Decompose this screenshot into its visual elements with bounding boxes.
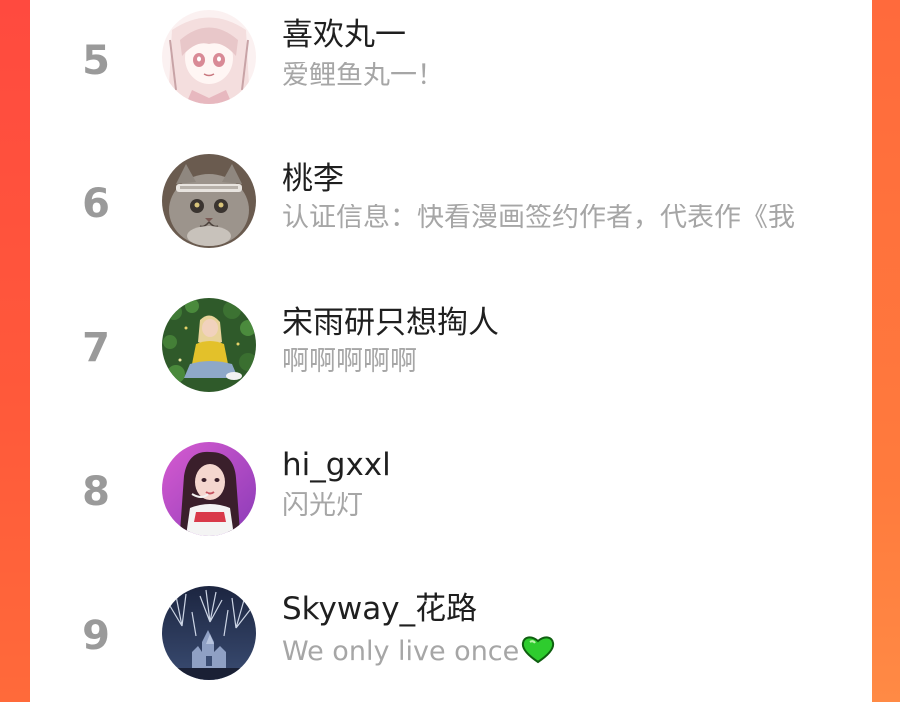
user-description: We only live once	[282, 634, 555, 669]
fireworks-castle-avatar[interactable]	[162, 586, 256, 680]
list-item[interactable]: 5 喜欢丸一 爱鲤鱼丸一！	[30, 8, 872, 118]
girl-in-garden-avatar[interactable]	[162, 298, 256, 392]
user-name: hi_gxxl	[282, 447, 391, 483]
user-description: 爱鲤鱼丸一！	[282, 62, 444, 89]
user-name: Skyway_花路	[282, 591, 478, 627]
green-heart-icon	[521, 634, 555, 669]
ranking-list: 5 喜欢丸一 爱鲤鱼丸一！ 6 桃李 认证信息：快看漫画签约作者，代表作《我 7…	[30, 0, 872, 702]
user-description: 闪光灯	[282, 492, 363, 519]
user-name: 桃李	[282, 161, 344, 197]
right-border	[870, 0, 900, 702]
performer-avatar[interactable]	[162, 442, 256, 536]
rank-number: 9	[82, 613, 110, 659]
list-item[interactable]: 9 Skyway_花路 We only live once	[30, 584, 872, 694]
user-name: 宋雨研只想掏人	[282, 305, 499, 341]
cat-avatar[interactable]	[162, 154, 256, 248]
list-item[interactable]: 6 桃李 认证信息：快看漫画签约作者，代表作《我	[30, 152, 872, 262]
anime-girl-avatar[interactable]	[162, 10, 256, 104]
user-description-text: We only live once	[282, 636, 520, 667]
rank-number: 5	[82, 38, 110, 84]
rank-number: 7	[82, 325, 110, 371]
rank-number: 6	[82, 181, 110, 227]
list-item[interactable]: 8 hi_gxxl 闪光灯	[30, 440, 872, 550]
list-item[interactable]: 7 宋雨研只想掏人 啊啊啊啊啊	[30, 296, 872, 406]
rank-number: 8	[82, 469, 110, 515]
page-frame: 5 喜欢丸一 爱鲤鱼丸一！ 6 桃李 认证信息：快看漫画签约作者，代表作《我 7…	[0, 0, 900, 702]
user-description: 认证信息：快看漫画签约作者，代表作《我	[282, 204, 795, 231]
user-name: 喜欢丸一	[282, 17, 406, 53]
user-description: 啊啊啊啊啊	[282, 348, 417, 375]
